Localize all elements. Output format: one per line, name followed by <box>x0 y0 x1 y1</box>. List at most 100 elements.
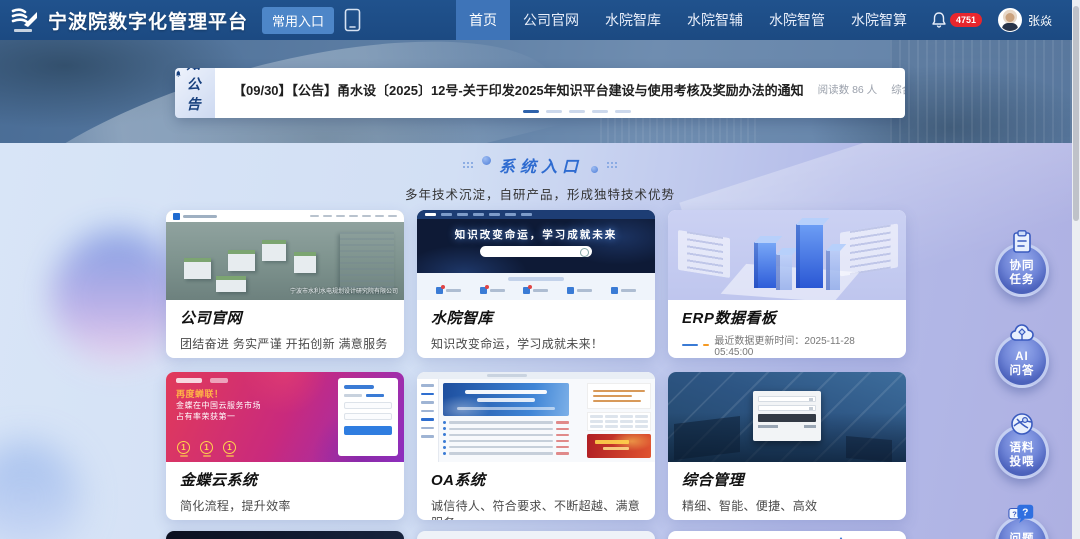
main-nav: 首页 公司官网 水院智库 水院智辅 水院智管 水院智算 4751 张焱 <box>456 0 1066 40</box>
card-title: ERP数据看板 <box>682 307 892 328</box>
nav-item-home[interactable]: 首页 <box>456 0 510 40</box>
announcement-read-count: 阅读数 86 人 <box>818 82 878 97</box>
erp-update-time: 最近数据更新时间：2025-11-28 05:45:00 <box>714 332 892 358</box>
dot-grid-decor <box>462 161 474 170</box>
clipboard-icon <box>1008 228 1036 256</box>
card-stub[interactable] <box>668 531 906 539</box>
erp-update-time-row: 最近数据更新时间：2025-11-28 05:45:00 <box>682 332 892 358</box>
quick-entry-button[interactable]: 常用入口 <box>262 7 334 34</box>
system-card-grid: 宁波市水利水电规划设计研究院有限公司 公司官网 团结奋进 务实严谨 开拓创新 满… <box>166 210 906 520</box>
notice-body: 【09/30】【公告】甬水设〔2025〕12号-关于印发2025年知识平台建设与… <box>215 68 905 118</box>
bell-icon <box>930 11 948 29</box>
float-button-label: 问题 <box>1010 532 1035 539</box>
deco-ball <box>591 166 598 173</box>
dot-grid-decor <box>606 161 618 170</box>
notice-header: 通知公告 更多 <box>175 68 215 118</box>
main-content: 系统入口 多年技术沉淀，自研产品，形成独特技术优势 宁波市水利水电规划设计研究院… <box>0 143 1080 539</box>
card-stub[interactable] <box>417 531 655 539</box>
notification-badge: 4751 <box>950 13 982 27</box>
card-description: 诚信待人、符合要求、不断超越、满意服务 <box>431 497 641 520</box>
announcement-department: 综合部 <box>891 82 905 97</box>
hero-banner: 通知公告 更多 【09/30】【公告】甬水设〔2025〕12号-关于印发2025… <box>0 40 1080 143</box>
card-title: 公司官网 <box>180 307 390 328</box>
hero-building-decor <box>890 40 1080 143</box>
ai-cloud-icon <box>1008 319 1036 347</box>
card-description: 团结奋进 务实严谨 开拓创新 满意服务 <box>180 335 390 352</box>
card-thumbnail-erp <box>668 210 906 300</box>
dash-decor <box>703 344 710 346</box>
float-button-corpus-feed[interactable]: 语料 投喂 <box>988 410 1056 479</box>
notifications-button[interactable]: 4751 <box>930 11 982 29</box>
carousel-dot[interactable] <box>546 110 562 113</box>
nav-item-company-site[interactable]: 公司官网 <box>510 0 592 40</box>
background-blob-2 <box>0 443 80 539</box>
float-button-label: 协同 <box>1010 259 1035 273</box>
management-login-panel <box>753 391 821 441</box>
card-kingdee-cloud[interactable]: 再度蝉联！ 金蝶在中国云服务市场 占有率荣获第一 1 1 1 <box>166 372 404 520</box>
card-comprehensive-management[interactable]: 综合管理 精细、智能、便捷、高效 <box>668 372 906 520</box>
nav-item-manage[interactable]: 水院智管 <box>756 0 838 40</box>
card-erp-dashboard[interactable]: ERP数据看板 最近数据更新时间：2025-11-28 05:45:00 洞察经… <box>668 210 906 358</box>
kingdee-login-panel <box>338 378 398 456</box>
kingdee-medals: 1 1 1 <box>177 441 236 454</box>
page: 宁波院数字化管理平台 常用入口 首页 公司官网 水院智库 水院智辅 水院智管 水… <box>0 0 1080 539</box>
card-thumbnail-oa <box>417 372 655 462</box>
float-button-ai-qa[interactable]: AI 问答 <box>988 319 1056 388</box>
logo-icon <box>10 5 40 35</box>
medal-icon: 1 <box>177 441 190 454</box>
card-thinktank[interactable]: 知识改变命运，学习成就未来 水院智库 <box>417 210 655 358</box>
scrollbar-thumb[interactable] <box>1073 6 1079 221</box>
app-title: 宁波院数字化管理平台 <box>48 7 248 34</box>
logo[interactable]: 宁波院数字化管理平台 <box>10 5 248 35</box>
carousel-dot[interactable] <box>523 110 539 113</box>
notice-carousel-dots <box>523 110 631 113</box>
question-bubble-icon: ? ? <box>1008 501 1036 529</box>
floating-action-buttons: 协同 任务 AI 问答 <box>988 228 1056 539</box>
card-company-website[interactable]: 宁波市水利水电规划设计研究院有限公司 公司官网 团结奋进 务实严谨 开拓创新 满… <box>166 210 404 358</box>
announcement-link[interactable]: 【09/30】【公告】甬水设〔2025〕12号-关于印发2025年知识平台建设与… <box>233 80 804 99</box>
float-button-label: 问答 <box>1010 364 1035 378</box>
username: 张焱 <box>1028 12 1052 29</box>
nav-item-thinktank[interactable]: 水院智库 <box>592 0 674 40</box>
card-thumbnail-thinktank: 知识改变命运，学习成就未来 <box>417 210 655 300</box>
user-menu[interactable]: 张焱 <box>998 8 1052 32</box>
float-button-label: 投喂 <box>1010 455 1035 469</box>
thumbnail-caption: 宁波市水利水电规划设计研究院有限公司 <box>290 286 398 295</box>
next-row-card-tops <box>166 531 906 539</box>
kingdee-banner-line: 占有率荣获第一 <box>176 412 236 421</box>
thumbnail-banner-text: 知识改变命运，学习成就未来 <box>417 227 655 242</box>
kingdee-banner-line: 金蝶在中国云服务市场 <box>176 401 261 410</box>
svg-text:?: ? <box>1012 509 1017 518</box>
carousel-dot[interactable] <box>569 110 585 113</box>
float-button-label: 语料 <box>1010 441 1035 455</box>
notice-bar: 通知公告 更多 【09/30】【公告】甬水设〔2025〕12号-关于印发2025… <box>175 68 905 118</box>
nav-item-compute[interactable]: 水院智算 <box>838 0 920 40</box>
card-title: OA系统 <box>431 469 641 490</box>
float-button-issue-collect[interactable]: ? ? 问题 收集 <box>988 501 1056 539</box>
svg-text:?: ? <box>1022 507 1028 518</box>
float-button-collab-tasks[interactable]: 协同 任务 <box>988 228 1056 297</box>
notice-title: 通知公告 <box>187 68 215 114</box>
thumbnail-search-bar <box>480 246 592 257</box>
corpus-feed-icon <box>1008 410 1036 438</box>
notice-bell-icon <box>175 68 182 81</box>
deco-ball <box>482 156 491 165</box>
carousel-dot[interactable] <box>615 110 631 113</box>
avatar <box>998 8 1022 32</box>
card-title: 金蝶云系统 <box>180 469 390 490</box>
page-scrollbar[interactable] <box>1072 0 1080 539</box>
float-button-label: 任务 <box>1010 273 1035 287</box>
kingdee-banner-highlight: 再度蝉联！ <box>176 389 261 400</box>
dash-decor <box>682 344 698 346</box>
medal-icon: 1 <box>223 441 236 454</box>
card-oa-system[interactable]: OA系统 诚信待人、符合要求、不断超越、满意服务 <box>417 372 655 520</box>
card-thumbnail-company-website: 宁波市水利水电规划设计研究院有限公司 <box>166 210 404 300</box>
mobile-phone-icon[interactable] <box>344 8 361 32</box>
top-navbar: 宁波院数字化管理平台 常用入口 首页 公司官网 水院智库 水院智辅 水院智管 水… <box>0 0 1080 40</box>
card-title: 水院智库 <box>431 307 641 328</box>
nav-item-assist[interactable]: 水院智辅 <box>674 0 756 40</box>
card-description: 知识改变命运，学习成就未来！ <box>431 335 641 352</box>
card-stub[interactable] <box>166 531 404 539</box>
carousel-dot[interactable] <box>592 110 608 113</box>
background-blob <box>52 231 184 363</box>
